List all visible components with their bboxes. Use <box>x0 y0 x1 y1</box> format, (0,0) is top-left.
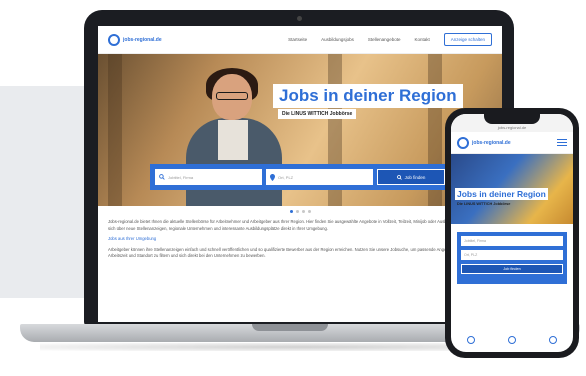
search-button-label: Job finden <box>404 174 426 180</box>
logo-text: jobs-regional.de <box>123 36 162 43</box>
footer-icon[interactable] <box>467 336 476 344</box>
hamburger-menu-icon[interactable] <box>557 139 567 146</box>
phone-header: jobs-regional.de <box>451 132 573 154</box>
phone-search-button[interactable]: Job finden <box>461 264 563 274</box>
phone-screen: jobs-regional.de jobs-regional.de Jobs i… <box>451 114 573 352</box>
laptop-notch <box>252 324 328 331</box>
logo-icon[interactable] <box>457 136 469 149</box>
carousel-dot[interactable] <box>307 210 311 213</box>
phone-search-box: Jobtitel, Firma Ort, PLZ Job finden <box>457 232 567 284</box>
carousel-dot[interactable] <box>301 210 305 213</box>
what-input[interactable]: Jobtitel, Firma <box>155 169 262 185</box>
footer-icon[interactable] <box>548 336 557 344</box>
location-pin-icon <box>270 173 275 181</box>
search-icon <box>159 174 165 180</box>
phone-notch <box>484 114 540 124</box>
intro-paragraph: Jobs-regional.de bietet Ihnen die aktuel… <box>108 219 489 231</box>
search-button[interactable]: Job finden <box>377 169 445 185</box>
site-logo[interactable]: jobs-regional.de <box>108 33 162 46</box>
phone-what-input[interactable]: Jobtitel, Firma <box>461 236 563 246</box>
intro-link[interactable]: Jobs aus Ihrer Umgebung <box>108 236 492 243</box>
nav-link-kontakt[interactable]: Kontakt <box>414 37 429 42</box>
job-search-bar: Jobtitel, Firma Ort, PLZ Job finden <box>150 164 450 190</box>
search-icon <box>396 174 402 180</box>
phone-footer-icons <box>451 336 573 344</box>
hero-banner: Jobs in deiner Region Die LINUS WITTICH … <box>98 54 502 206</box>
main-nav: Startseite Ausbildungsjobs Stellenangebo… <box>288 33 492 46</box>
camera-icon <box>297 16 302 21</box>
where-placeholder: Ort, PLZ <box>278 174 294 180</box>
carousel-dot[interactable] <box>289 210 293 213</box>
logo-icon <box>108 33 120 46</box>
logo-text: jobs-regional.de <box>472 139 511 146</box>
nav-link-stellenangebote[interactable]: Stellenangebote <box>368 37 401 42</box>
phone-headline: Jobs in deiner Region <box>455 188 548 200</box>
carousel-dot[interactable] <box>295 210 299 213</box>
nav-link-startseite[interactable]: Startseite <box>288 37 307 42</box>
phone-url[interactable]: jobs-regional.de <box>498 125 526 130</box>
footer-icon[interactable] <box>507 336 516 344</box>
phone-where-input[interactable]: Ort, PLZ <box>461 250 563 260</box>
intro-paragraph: Arbeitgeber können ihre Stellenanzeigen … <box>108 246 486 259</box>
nav-link-ausbildungsjobs[interactable]: Ausbildungsjobs <box>321 37 354 42</box>
product-mockup: jobs-regional.de Startseite Ausbildungsj… <box>0 0 586 376</box>
intro-text: Jobs-regional.de bietet Ihnen die aktuel… <box>98 213 502 260</box>
what-placeholder: Jobtitel, Firma <box>168 174 194 180</box>
site-header: jobs-regional.de Startseite Ausbildungsj… <box>98 26 502 54</box>
cta-button[interactable]: Anzeige schalten <box>443 33 492 46</box>
where-input[interactable]: Ort, PLZ <box>266 169 373 185</box>
hero-headline: Jobs in deiner Region <box>273 84 463 108</box>
laptop-screen: jobs-regional.de Startseite Ausbildungsj… <box>98 26 502 322</box>
shelf-decoration <box>108 54 122 206</box>
hero-subline: Die LINUS WITTICH Jobbörse <box>278 109 357 119</box>
phone-subline: Die LINUS WITTICH Jobbörse <box>457 202 511 206</box>
